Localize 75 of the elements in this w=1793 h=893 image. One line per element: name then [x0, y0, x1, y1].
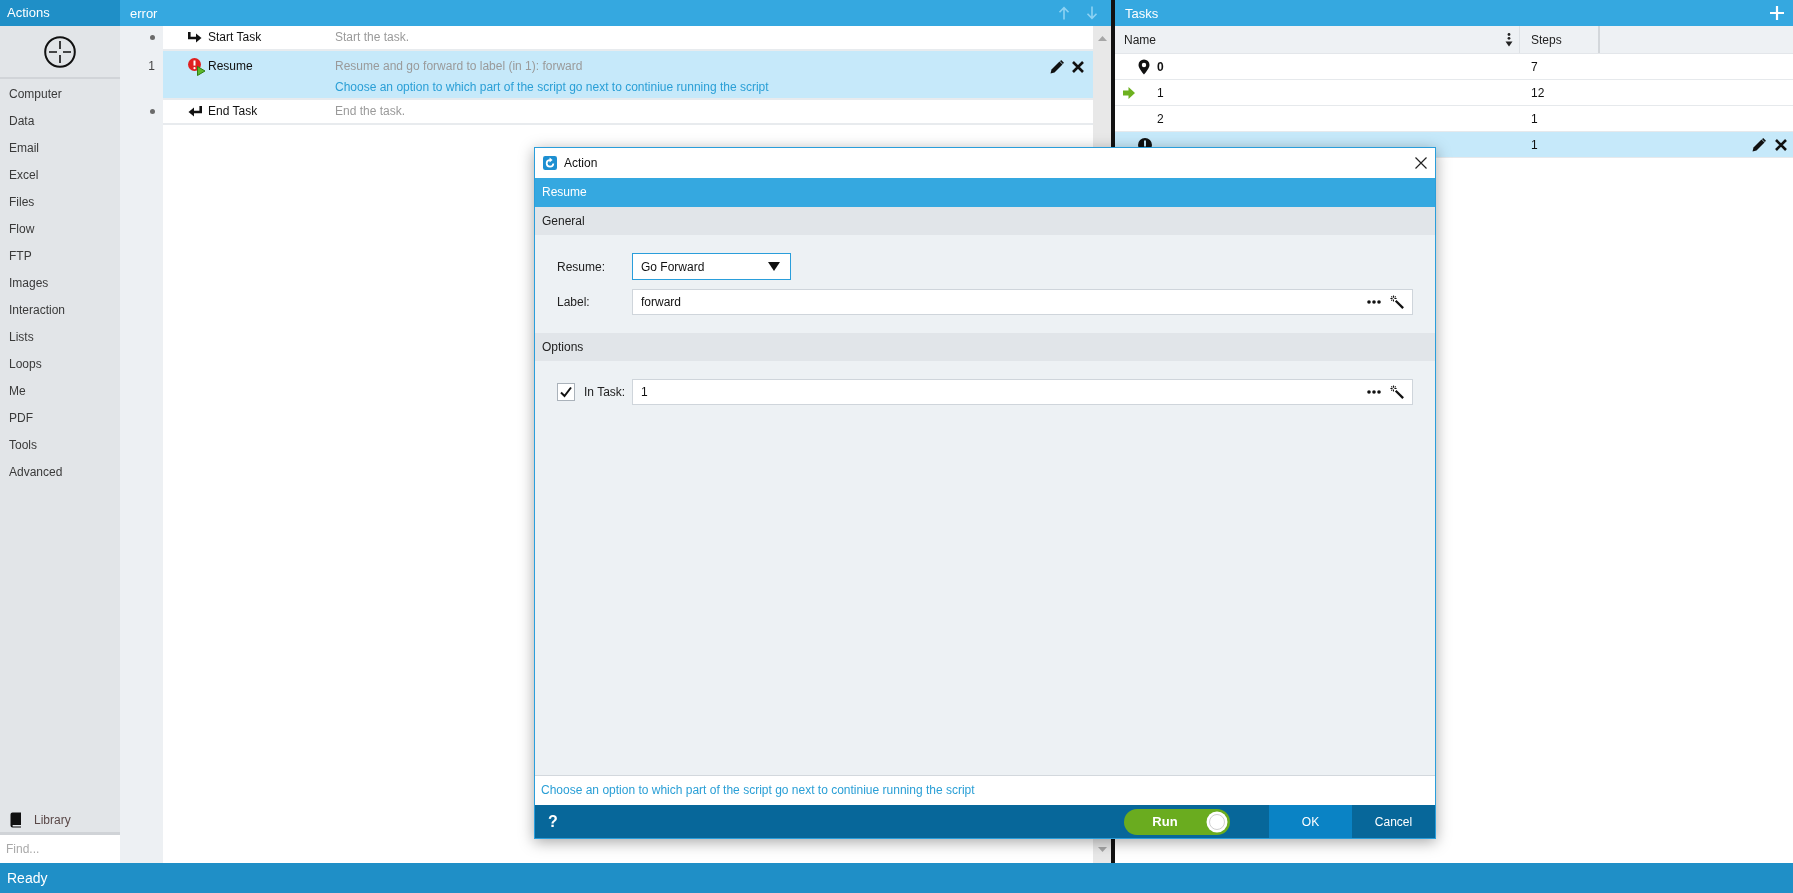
sidebar-item[interactable]: Tools [0, 432, 120, 459]
sidebar-item[interactable]: FTP [0, 243, 120, 270]
sidebar-item[interactable]: PDF [0, 405, 120, 432]
sidebar-item[interactable]: Loops [0, 351, 120, 378]
step-count: 1 [1531, 137, 1538, 152]
ellipsis-icon[interactable] [1367, 390, 1381, 394]
toggle-knob-icon [1206, 810, 1228, 833]
sidebar-item[interactable]: Lists [0, 324, 120, 351]
task-name: 0 [1157, 59, 1164, 74]
sidebar-item[interactable]: Advanced [0, 459, 120, 486]
input-field[interactable]: 1 [632, 379, 1413, 405]
dropdown[interactable]: Go Forward [632, 253, 791, 280]
help-button[interactable]: ? [548, 805, 558, 838]
pane-title: Tasks [1125, 5, 1159, 21]
task-name: 1 [1157, 85, 1164, 100]
step-description: Start the task. [335, 29, 410, 46]
book-icon [10, 811, 22, 828]
search-field[interactable]: Find... [0, 835, 120, 863]
location-pin-icon [1138, 58, 1150, 75]
sidebar-item[interactable]: Interaction [0, 297, 120, 324]
caret-icon [768, 262, 780, 271]
pencil-icon[interactable] [1050, 59, 1064, 74]
close-icon[interactable] [1072, 60, 1084, 73]
field-label: In Task: [584, 385, 626, 399]
step-count: 1 [1531, 111, 1538, 126]
column-header[interactable]: Name [1124, 32, 1156, 47]
line-number: 1 [148, 58, 155, 75]
input-field[interactable]: forward [632, 289, 1413, 315]
bent-arrow-left-icon [188, 105, 202, 118]
step-count: 7 [1531, 59, 1538, 74]
script-step[interactable]: Resume Resume and go forward to label (in 1): forward Choose an option to which part of the script go next to continiue running the script [163, 51, 1093, 100]
sidebar-item[interactable]: Flow [0, 216, 120, 243]
step-description: End the task. [335, 103, 406, 120]
step-title: End Task [208, 103, 258, 120]
checkbox[interactable] [557, 383, 575, 401]
sidebar-header: Actions [0, 0, 120, 26]
dialog-header: Resume [535, 178, 1435, 207]
step-description: Resume and go forward to label (in 1): forward [335, 58, 583, 75]
pencil-icon[interactable] [1752, 137, 1766, 152]
field-label: Label: [557, 295, 590, 309]
bullet-icon [150, 35, 155, 40]
sort-icon[interactable] [1505, 32, 1513, 47]
cancel-button[interactable]: Cancel [1352, 805, 1435, 838]
close-icon[interactable] [1415, 157, 1427, 169]
crosshair-icon[interactable] [44, 35, 76, 68]
bent-arrow-right-icon [188, 31, 202, 44]
dialog-description: Choose an option to which part of the script go next to continiue running the script [535, 775, 1435, 805]
circular-arrow-icon [543, 156, 557, 170]
step-title: Start Task [208, 29, 262, 46]
task-name: 2 [1157, 111, 1164, 126]
pane-title: error [130, 5, 158, 21]
sidebar-item[interactable]: Images [0, 270, 120, 297]
plus-icon[interactable] [1770, 6, 1784, 20]
column-header[interactable]: Steps [1531, 32, 1562, 47]
section-header: Options [535, 333, 1435, 361]
dialog-title: Action [564, 156, 598, 170]
sidebar-item[interactable]: Me [0, 378, 120, 405]
step-hint: Choose an option to which part of the script go next to continiue running the script [335, 79, 769, 96]
sidebar-item[interactable]: Email [0, 135, 120, 162]
ok-button[interactable]: OK [1269, 805, 1352, 838]
close-icon[interactable] [1775, 138, 1787, 151]
sidebar-item[interactable]: Files [0, 189, 120, 216]
sidebar-item[interactable]: Data [0, 108, 120, 135]
step-title: Resume [208, 58, 253, 75]
status-bar: Ready [0, 863, 1793, 893]
sidebar-item[interactable]: Computer [0, 81, 120, 108]
ellipsis-icon[interactable] [1367, 300, 1381, 304]
step-count: 12 [1531, 85, 1545, 100]
field-label: Resume: [557, 259, 606, 274]
sidebar-item[interactable]: Excel [0, 162, 120, 189]
section-header: General [535, 207, 1435, 235]
magic-wand-icon[interactable] [1390, 385, 1404, 399]
bullet-icon [150, 109, 155, 114]
alert-play-icon [188, 57, 206, 76]
magic-wand-icon[interactable] [1390, 295, 1404, 309]
